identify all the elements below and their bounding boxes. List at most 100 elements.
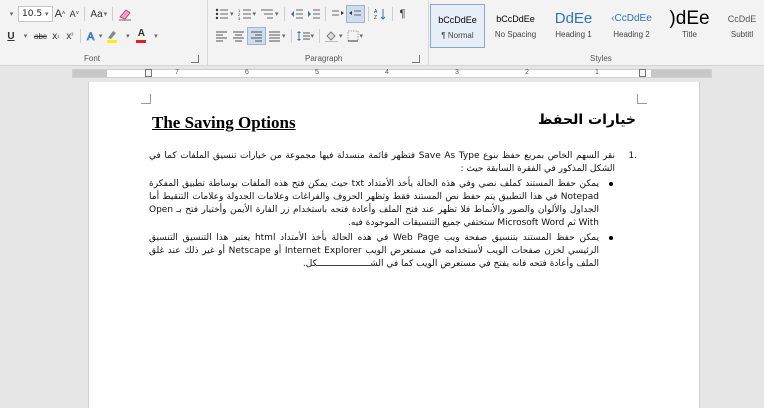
grow-font-button[interactable]: A ˄ xyxy=(53,5,68,23)
ruler-number: 7 xyxy=(175,69,179,76)
font-color-dropdown[interactable]: ▾ xyxy=(148,27,162,45)
style-no-spacing[interactable]: bCcDdEe No Spacing xyxy=(488,4,543,48)
style-subtitle[interactable]: CcDdE Subtitl xyxy=(720,4,764,48)
change-case-label: Aa xyxy=(90,8,103,20)
numbered-item: .1 نقر السهم الخاص بمربع حفظ بنوع Save A… xyxy=(149,150,637,176)
separator xyxy=(391,7,393,21)
style-heading-2[interactable]: ‹CcDdEe Heading 2 xyxy=(604,4,659,48)
style-normal[interactable]: bCcDdEe ¶ Normal xyxy=(430,4,485,48)
grow-font-label: A xyxy=(54,8,62,20)
text-effects-button[interactable]: A ▾ xyxy=(84,27,105,45)
style-title[interactable]: )dEe Title xyxy=(662,4,717,48)
ruler-number: 4 xyxy=(385,69,389,76)
decrease-indent-icon xyxy=(290,9,303,19)
line-spacing-icon xyxy=(296,31,310,41)
separator xyxy=(290,29,292,43)
paragraph-text: يمكن حفظ المستند بتنسيق صفحة ويب Web Pag… xyxy=(149,233,600,269)
sort-button[interactable]: AZ xyxy=(372,5,389,23)
show-hide-marks-button[interactable]: ¶ xyxy=(396,5,410,23)
ribbon: ▾ 10.5 ▾ A ˄ A ˅ Aa ▾ U ▾ abc x₂ x² A ▾ ▾ xyxy=(0,0,764,66)
multilevel-list-icon xyxy=(261,9,274,19)
ruler-number: 2 xyxy=(525,69,529,76)
arabic-heading: خيارات الحفظ xyxy=(537,112,636,128)
ruler-left-margin xyxy=(73,70,107,77)
separator xyxy=(367,7,369,21)
font-dialog-launcher[interactable] xyxy=(191,55,199,63)
decrease-indent-button[interactable] xyxy=(288,5,305,23)
svg-text:Z: Z xyxy=(374,15,377,20)
align-right-icon xyxy=(251,31,262,42)
style-sample: bCcDdEe xyxy=(438,15,477,25)
highlight-color-button[interactable] xyxy=(104,27,120,45)
shrink-font-button[interactable]: A ˅ xyxy=(67,5,81,23)
ltr-button[interactable] xyxy=(329,5,346,23)
subscript-button[interactable]: x₂ xyxy=(49,27,63,45)
paragraph-dialog-launcher[interactable] xyxy=(412,55,420,63)
borders-button[interactable]: ▾ xyxy=(345,27,366,45)
style-name: Heading 1 xyxy=(555,30,592,39)
style-sample: )dEe xyxy=(669,8,710,28)
styles-group: bCcDdEe ¶ Normal bCcDdEe No Spacing DdEe… xyxy=(430,0,764,66)
align-center-icon xyxy=(233,31,244,42)
underline-button[interactable]: U xyxy=(4,27,18,45)
paragraph-group-label: Paragraph xyxy=(305,54,343,63)
left-to-right-icon xyxy=(331,10,344,16)
align-center-button[interactable] xyxy=(230,27,247,45)
font-color-a-icon: A xyxy=(137,28,146,39)
underline-dropdown[interactable]: ▾ xyxy=(18,27,32,45)
style-sample: bCcDdEe xyxy=(496,14,535,24)
font-row-2: U ▾ abc x₂ x² A ▾ ▾ A ▾ xyxy=(4,26,162,46)
font-size-box[interactable]: 10.5 ▾ xyxy=(18,6,53,22)
strikethrough-button[interactable]: abc xyxy=(32,27,49,45)
ruler-number: 5 xyxy=(315,69,319,76)
style-name: Title xyxy=(682,30,697,39)
justify-icon xyxy=(269,31,280,42)
numbering-button[interactable]: 1 2 3 ▾ xyxy=(236,5,259,23)
shading-button[interactable]: ▾ xyxy=(323,27,345,45)
align-left-button[interactable] xyxy=(213,27,230,45)
line-spacing-button[interactable]: ▾ xyxy=(295,27,317,45)
clear-formatting-button[interactable] xyxy=(116,5,134,23)
change-case-button[interactable]: Aa ▾ xyxy=(88,5,109,23)
separator xyxy=(84,7,86,21)
bullet-item: يمكن حفظ المستند كملف نصي وفي هذه الحالة… xyxy=(149,178,637,230)
superscript-button[interactable]: x² xyxy=(63,27,77,45)
font-group: ▾ 10.5 ▾ A ˄ A ˅ Aa ▾ U ▾ abc x₂ x² A ▾ ▾ xyxy=(0,0,208,66)
paragraph-text: نقر السهم الخاص بمربع حفظ بنوع Save As T… xyxy=(149,151,615,174)
svg-text:A: A xyxy=(87,31,95,42)
clear-formatting-icon xyxy=(119,9,132,21)
font-name-dropdown-arrow[interactable]: ▾ xyxy=(4,5,18,23)
text-effects-icon: A xyxy=(87,31,96,42)
font-size-value: 10.5 xyxy=(22,9,43,19)
highlight-color-bar xyxy=(107,39,118,43)
borders-icon xyxy=(347,30,359,42)
style-name: No Spacing xyxy=(494,30,537,39)
item-number: .1 xyxy=(628,151,637,161)
highlight-dropdown[interactable]: ▾ xyxy=(120,27,134,45)
right-indent-marker[interactable] xyxy=(639,69,646,77)
style-sample: CcDdE xyxy=(727,14,757,24)
document-body[interactable]: .1 نقر السهم الخاص بمربع حفظ بنوع Save A… xyxy=(149,150,637,271)
font-color-button[interactable]: A xyxy=(134,27,148,45)
ruler-track[interactable]: 7 6 5 4 3 2 1 xyxy=(72,69,712,78)
styles-group-label: Styles xyxy=(590,54,612,63)
separator xyxy=(283,7,285,21)
font-color-bar xyxy=(136,40,147,43)
document-page[interactable]: The Saving Options خيارات الحفظ .1 نقر ا… xyxy=(88,82,700,408)
justify-button[interactable]: ▾ xyxy=(266,27,288,45)
ruler-right-margin xyxy=(651,70,711,77)
separator xyxy=(112,7,114,21)
crop-mark xyxy=(141,94,151,104)
rtl-button[interactable] xyxy=(345,5,365,23)
increase-indent-button[interactable] xyxy=(305,5,322,23)
crop-mark xyxy=(637,94,647,104)
separator xyxy=(79,29,81,43)
style-heading-1[interactable]: DdEe Heading 1 xyxy=(546,4,601,48)
left-indent-marker[interactable] xyxy=(145,69,152,77)
align-right-button[interactable] xyxy=(247,27,266,45)
paragraph-row-1: ▾ 1 2 3 ▾ ▾ AZ ¶ xyxy=(213,4,410,24)
multilevel-list-button[interactable]: ▾ xyxy=(258,5,281,23)
bullets-button[interactable]: ▾ xyxy=(213,5,236,23)
style-sample: ‹CcDdEe xyxy=(611,13,652,24)
separator xyxy=(324,7,326,21)
